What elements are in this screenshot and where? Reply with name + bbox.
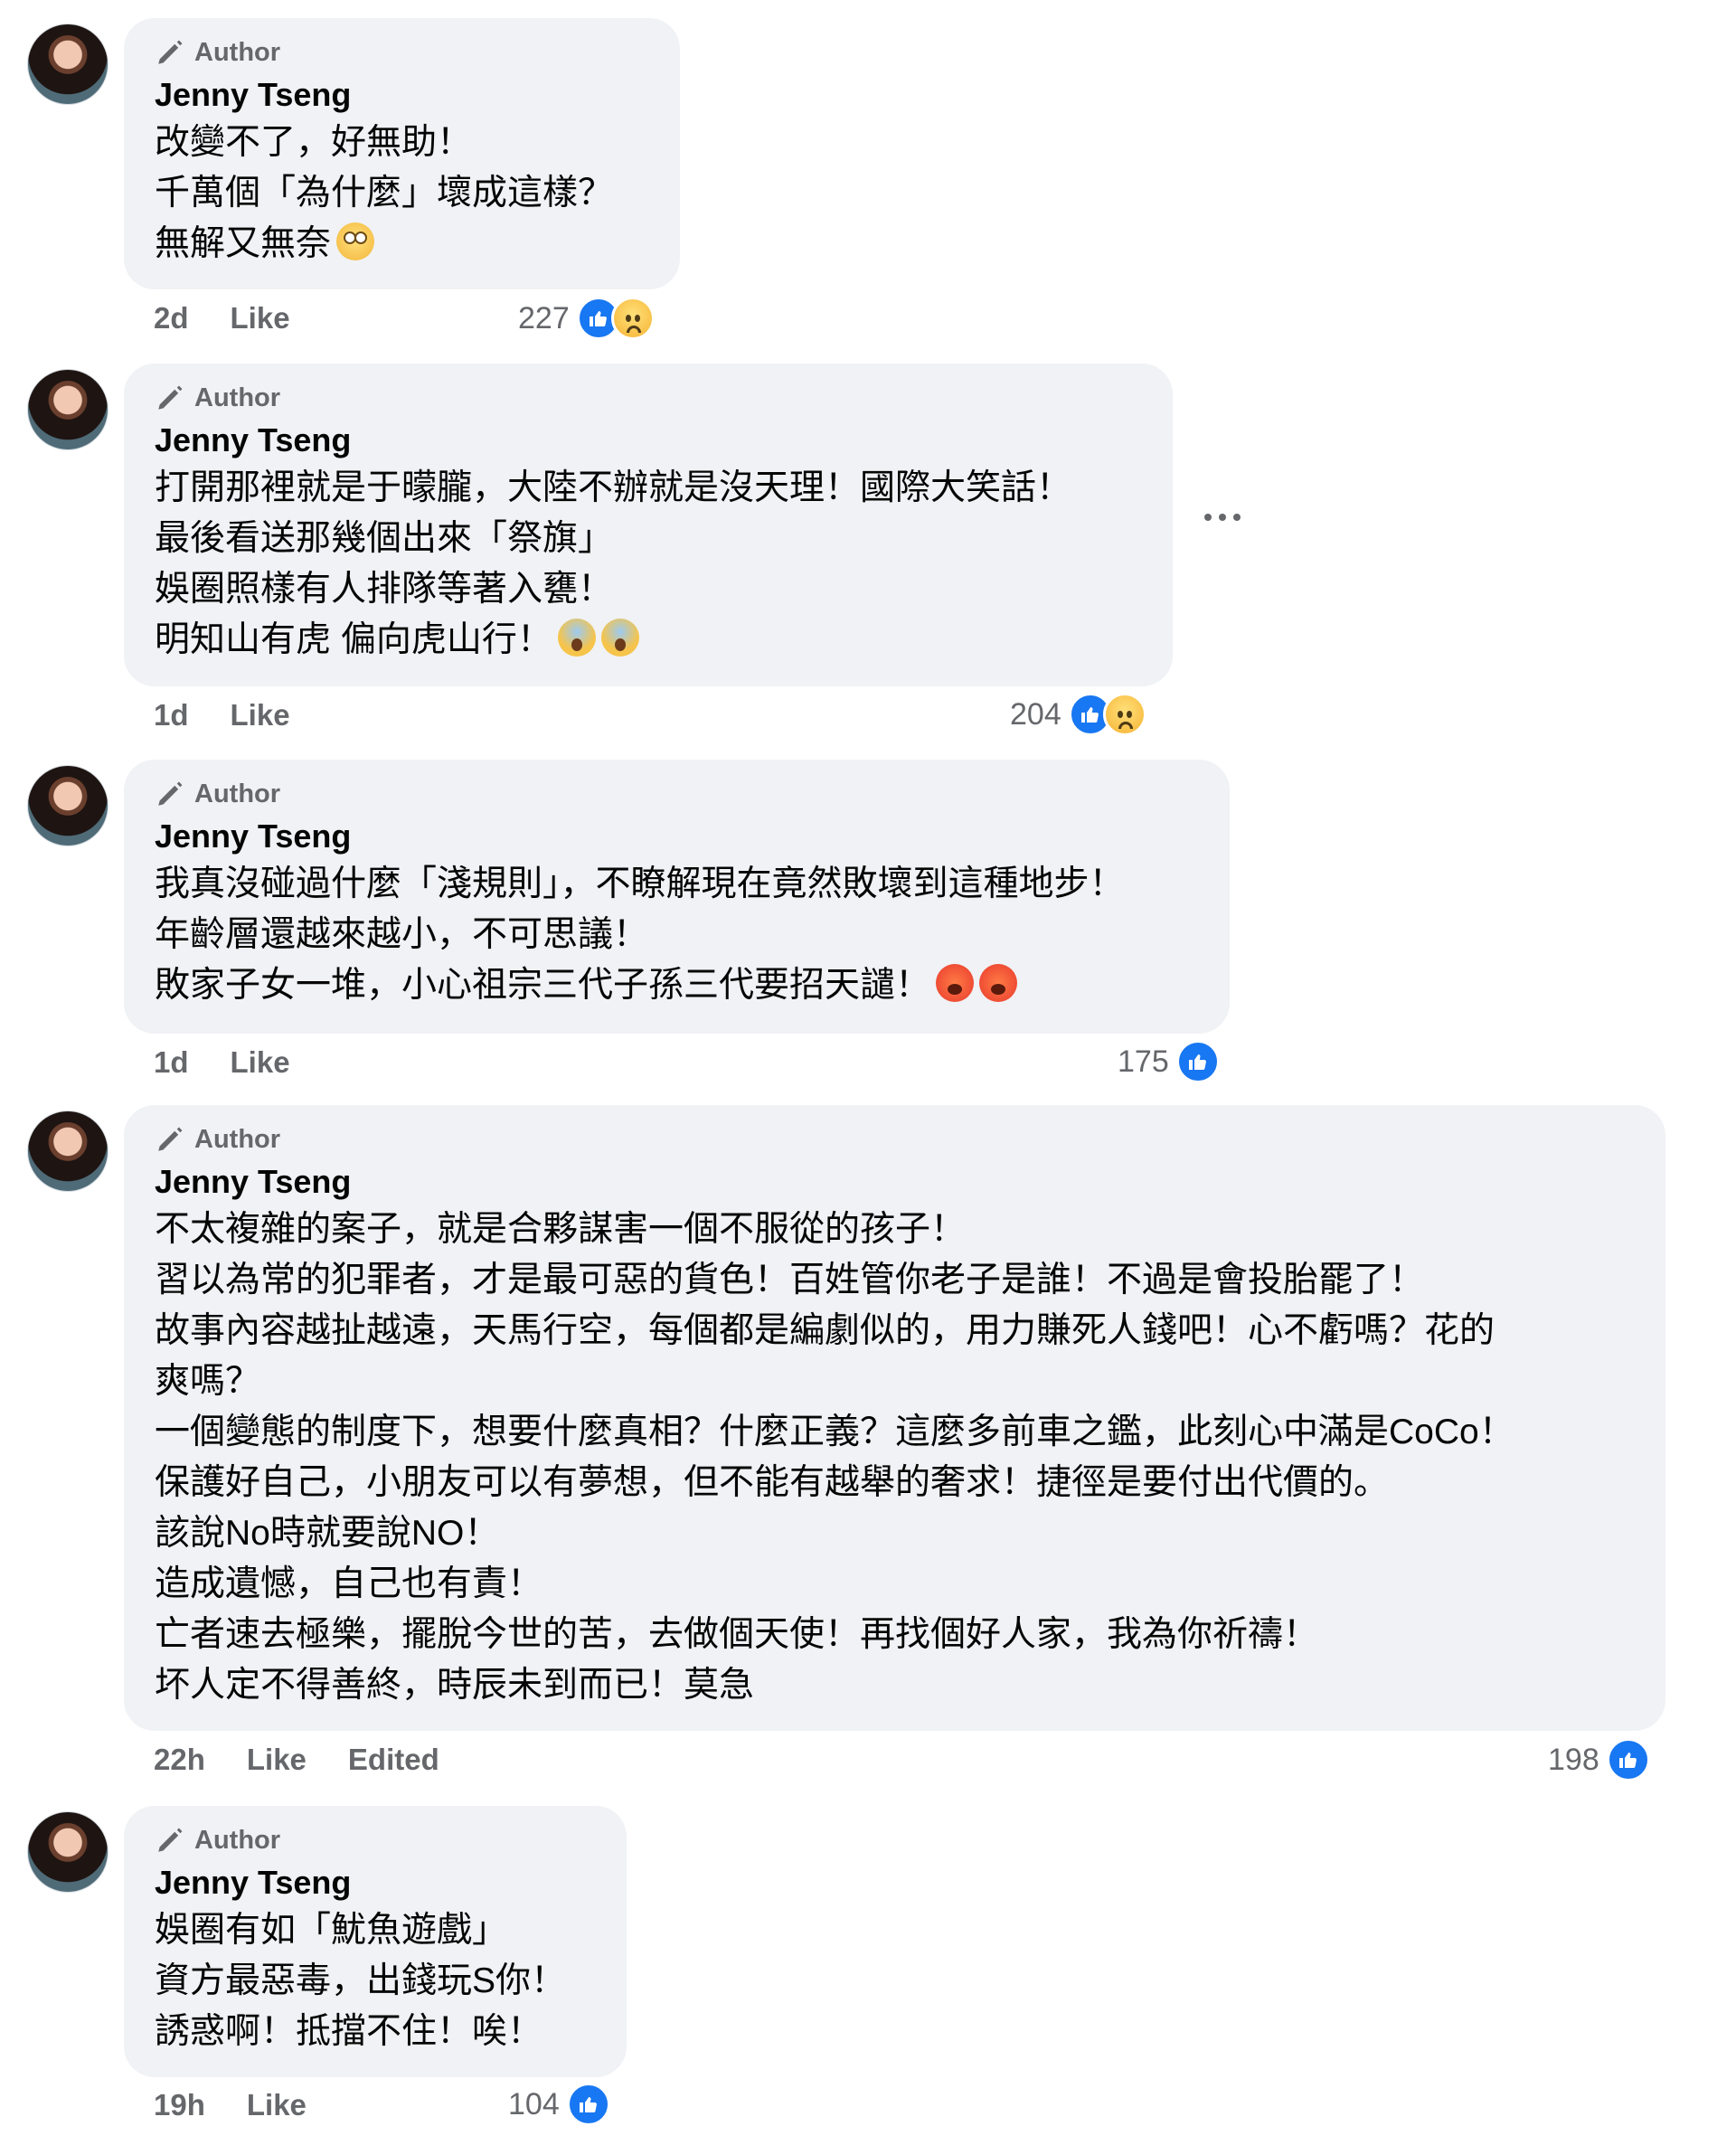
like-button[interactable]: Like — [247, 2088, 307, 2122]
timestamp[interactable]: 2d — [154, 301, 189, 335]
reaction-count: 104 — [508, 2086, 560, 2121]
comment-bubble: Author Jenny Tseng 改變不了，好無助！ 千萬個「為什麼」壞成這… — [124, 18, 680, 289]
comment-line: 爽嗎？ — [155, 1362, 261, 1401]
avatar[interactable] — [27, 765, 108, 846]
comment-line: 打開那裡就是于曚朧，大陸不辦就是沒天理！國際大笑話！ — [155, 468, 1072, 507]
pen-icon — [158, 781, 183, 806]
like-reaction-icon — [1175, 1040, 1220, 1083]
face-screaming-in-fear-icon — [557, 619, 596, 657]
comment-actions: 22h Like Edited — [154, 1743, 481, 1777]
comment-line: 無解又無奈 — [155, 224, 332, 263]
author-badge: Author — [155, 378, 1142, 418]
comment-line: 千萬個「為什麼」壞成這樣？ — [155, 174, 614, 213]
avatar[interactable] — [27, 24, 108, 105]
author-name[interactable]: Jenny Tseng — [155, 814, 1199, 859]
edited-label[interactable]: Edited — [348, 1743, 439, 1777]
author-badge: Author — [155, 774, 1199, 814]
reaction-summary[interactable]: 198 — [1548, 1738, 1650, 1781]
comment-line: 保護好自己，小朋友可以有夢想，但不能有越舉的奢求！捷徑是要付出代價的。 — [155, 1463, 1390, 1502]
pen-icon — [158, 385, 183, 410]
like-button[interactable]: Like — [247, 1743, 307, 1777]
timestamp[interactable]: 19h — [154, 2088, 205, 2122]
comment-line: 誘惑啊！抵擋不住！唉！ — [155, 2012, 543, 2051]
more-options-icon[interactable] — [1204, 511, 1241, 524]
reaction-count: 175 — [1118, 1044, 1169, 1079]
comment-line: 敗家子女一堆，小心祖宗三代子孫三代要招天譴！ — [155, 966, 931, 1005]
timestamp[interactable]: 22h — [154, 1743, 205, 1777]
reaction-count: 204 — [1010, 696, 1061, 732]
sad-reaction-icon — [1102, 693, 1146, 736]
reaction-summary[interactable]: 104 — [508, 2083, 610, 2126]
comment-line: 我真沒碰過什麼「淺規則」，不瞭解現在竟然敗壞到這種地步！ — [155, 865, 1125, 903]
author-badge: Author — [155, 1120, 1635, 1159]
comment-bubble: Author Jenny Tseng 不太複雜的案子，就是合夥謀害一個不服從的孩… — [124, 1105, 1665, 1731]
comment-line: 明知山有虎 偏向虎山行！ — [155, 620, 552, 659]
comment-line: 習以為常的犯罪者，才是最可惡的貨色！百姓管你老子是誰！不過是會投胎罷了！ — [155, 1261, 1425, 1299]
reaction-count: 227 — [518, 300, 570, 335]
timestamp[interactable]: 1d — [154, 1045, 189, 1080]
comment-line: 資方最惡毒，出錢玩S你！ — [155, 1961, 567, 2000]
comment-bubble: Author Jenny Tseng 娛圈有如「魷魚遊戲」 資方最惡毒，出錢玩S… — [124, 1806, 627, 2077]
hot-face-icon — [936, 964, 975, 1002]
pen-icon — [158, 1127, 183, 1151]
reaction-summary[interactable]: 204 — [1010, 693, 1146, 736]
comment-line: 該說No時就要說NO！ — [155, 1514, 500, 1553]
comment-line: 娛圈有如「魷魚遊戲」 — [155, 1911, 508, 1950]
pen-icon — [158, 1828, 183, 1852]
comment-line: 故事內容越扯越遠，天馬行空，每個都是編劇似的，用力賺死人錢吧！心不虧嗎？花的 — [155, 1311, 1495, 1350]
face-screaming-in-fear-icon — [600, 619, 639, 657]
comment-actions: 1d Like — [154, 1045, 332, 1080]
author-badge: Author — [155, 1820, 596, 1860]
comment-line: 坏人定不得善終，時辰未到而已！莫急 — [155, 1666, 755, 1705]
comment-bubble: Author Jenny Tseng 打開那裡就是于曚朧，大陸不辦就是沒天理！國… — [124, 364, 1173, 686]
comment-line: 改變不了，好無助！ — [155, 123, 473, 162]
author-name[interactable]: Jenny Tseng — [155, 1159, 1635, 1205]
author-badge: Author — [155, 33, 649, 72]
like-reaction-icon — [1606, 1738, 1650, 1781]
comment-line: 一個變態的制度下，想要什麼真相？什麼正義？這麼多前車之鑑，此刻心中滿是CoCo！ — [155, 1413, 1514, 1451]
author-name[interactable]: Jenny Tseng — [155, 72, 649, 118]
reaction-summary[interactable]: 175 — [1118, 1040, 1220, 1083]
author-name[interactable]: Jenny Tseng — [155, 1860, 596, 1905]
face-with-rolling-eyes-icon — [336, 222, 375, 260]
avatar[interactable] — [27, 1811, 108, 1893]
reaction-count: 198 — [1548, 1742, 1599, 1777]
comment-line: 不太複雜的案子，就是合夥謀害一個不服從的孩子！ — [155, 1210, 967, 1249]
comment-line: 年齡層還越來越小，不可思議！ — [155, 915, 649, 954]
sad-reaction-icon — [610, 297, 655, 340]
like-button[interactable]: Like — [231, 698, 290, 732]
comment-actions: 1d Like — [154, 698, 332, 732]
comment-line: 娛圈照樣有人排隊等著入甕！ — [155, 570, 614, 609]
avatar[interactable] — [27, 1110, 108, 1192]
avatar[interactable] — [27, 369, 108, 450]
author-name[interactable]: Jenny Tseng — [155, 418, 1142, 463]
comment-bubble: Author Jenny Tseng 我真沒碰過什麼「淺規則」，不瞭解現在竟然敗… — [124, 760, 1230, 1034]
comment-line: 造成遺憾，自己也有責！ — [155, 1564, 543, 1603]
timestamp[interactable]: 1d — [154, 698, 189, 732]
hot-face-icon — [979, 964, 1018, 1002]
like-button[interactable]: Like — [231, 301, 290, 335]
comment-actions: 19h Like — [154, 2088, 348, 2122]
pen-icon — [158, 40, 183, 64]
comment-actions: 2d Like — [154, 301, 332, 335]
reaction-summary[interactable]: 227 — [518, 297, 655, 340]
like-button[interactable]: Like — [231, 1045, 290, 1080]
comment-line: 最後看送那幾個出來「祭旗」 — [155, 519, 614, 558]
like-reaction-icon — [566, 2083, 610, 2126]
comment-line: 亡者速去極樂，擺脫今世的苦，去做個天使！再找個好人家，我為你祈禱！ — [155, 1615, 1319, 1654]
